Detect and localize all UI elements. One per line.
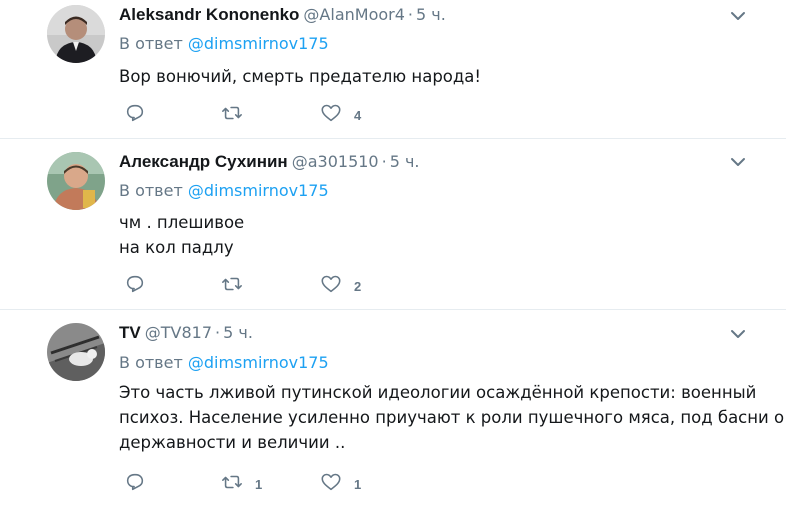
reply-icon xyxy=(124,471,146,497)
like-count: 4 xyxy=(354,107,362,123)
author-handle[interactable]: @a301510 xyxy=(292,152,379,171)
reply-context: В ответ @dimsmirnov175 xyxy=(119,181,329,201)
tweet-actions: 1 1 xyxy=(124,473,424,495)
author-name[interactable]: Aleksandr Kononenko xyxy=(119,5,299,24)
like-button[interactable]: 1 xyxy=(320,473,361,495)
reply-to-link[interactable]: @dimsmirnov175 xyxy=(188,34,329,53)
tweet[interactable]: TV @TV817 · 5 ч. В ответ @dimsmirnov175 Это… xyxy=(0,310,786,505)
reply-prefix: В ответ xyxy=(119,34,183,53)
tweet-header: Александр Сухинин @a301510 · 5 ч. xyxy=(119,152,420,172)
author-name[interactable]: Александр Сухинин xyxy=(119,152,288,171)
like-button[interactable]: 2 xyxy=(320,275,361,297)
timestamp[interactable]: 5 ч. xyxy=(390,152,420,171)
reply-icon xyxy=(124,273,146,299)
retweet-icon xyxy=(221,471,243,497)
reply-context: В ответ @dimsmirnov175 xyxy=(119,353,329,373)
tweet-text-line: Вор вонючий, смерть предателю народа! xyxy=(119,67,482,86)
avatar[interactable] xyxy=(47,152,105,210)
tweet-text-line: на кол падлу xyxy=(119,238,234,257)
heart-icon xyxy=(320,471,342,497)
author-handle[interactable]: @AlanMoor4 xyxy=(303,5,404,24)
reply-context: В ответ @dimsmirnov175 xyxy=(119,34,329,54)
tweet[interactable]: Александр Сухинин @a301510 · 5 ч. В ответ @… xyxy=(0,139,786,310)
like-count: 2 xyxy=(354,278,362,294)
reply-button[interactable] xyxy=(124,275,146,297)
tweet-text-line: Это часть лживой путинской идеологии оса… xyxy=(119,383,757,402)
tweet-text-line: державности и величии .. xyxy=(119,433,346,452)
tweet-text-line: психоз. Население усиленно приучают к ро… xyxy=(119,408,785,427)
tweet-text: Вор вонючий, смерть предателю народа! xyxy=(119,64,759,89)
tweet-text-line: чм . плешивое xyxy=(119,213,245,232)
heart-icon xyxy=(320,102,342,128)
chevron-down-icon[interactable] xyxy=(730,154,746,170)
reply-to-link[interactable]: @dimsmirnov175 xyxy=(188,181,329,200)
tweet-actions: 4 xyxy=(124,104,424,126)
separator: · xyxy=(407,5,413,24)
retweet-button[interactable] xyxy=(221,104,255,126)
chevron-down-icon[interactable] xyxy=(730,8,746,24)
reply-icon xyxy=(124,102,146,128)
tweet[interactable]: Aleksandr Kononenko @AlanMoor4 · 5 ч. В отв… xyxy=(0,0,786,139)
reply-to-link[interactable]: @dimsmirnov175 xyxy=(188,353,329,372)
separator: · xyxy=(381,152,387,171)
tweet-text: Это часть лживой путинской идеологии оса… xyxy=(119,380,785,455)
reply-button[interactable] xyxy=(124,104,146,126)
tweet-actions: 2 xyxy=(124,275,424,297)
timestamp[interactable]: 5 ч. xyxy=(223,323,253,342)
retweet-icon xyxy=(221,102,243,128)
author-handle[interactable]: @TV817 xyxy=(145,323,212,342)
tweet-header: Aleksandr Kononenko @AlanMoor4 · 5 ч. xyxy=(119,5,446,25)
retweet-icon xyxy=(221,273,243,299)
timestamp[interactable]: 5 ч. xyxy=(416,5,446,24)
avatar[interactable] xyxy=(47,323,105,381)
tweet-text: чм . плешивое на кол падлу xyxy=(119,210,759,260)
chevron-down-icon[interactable] xyxy=(730,326,746,342)
retweet-button[interactable] xyxy=(221,275,255,297)
author-name[interactable]: TV xyxy=(119,323,141,342)
tweet-header: TV @TV817 · 5 ч. xyxy=(119,323,253,343)
separator: · xyxy=(215,323,221,342)
retweet-count: 1 xyxy=(255,476,263,492)
like-button[interactable]: 4 xyxy=(320,104,361,126)
retweet-button[interactable]: 1 xyxy=(221,473,262,495)
like-count: 1 xyxy=(354,476,362,492)
reply-prefix: В ответ xyxy=(119,353,183,372)
reply-button[interactable] xyxy=(124,473,146,495)
heart-icon xyxy=(320,273,342,299)
avatar[interactable] xyxy=(47,5,105,63)
reply-prefix: В ответ xyxy=(119,181,183,200)
